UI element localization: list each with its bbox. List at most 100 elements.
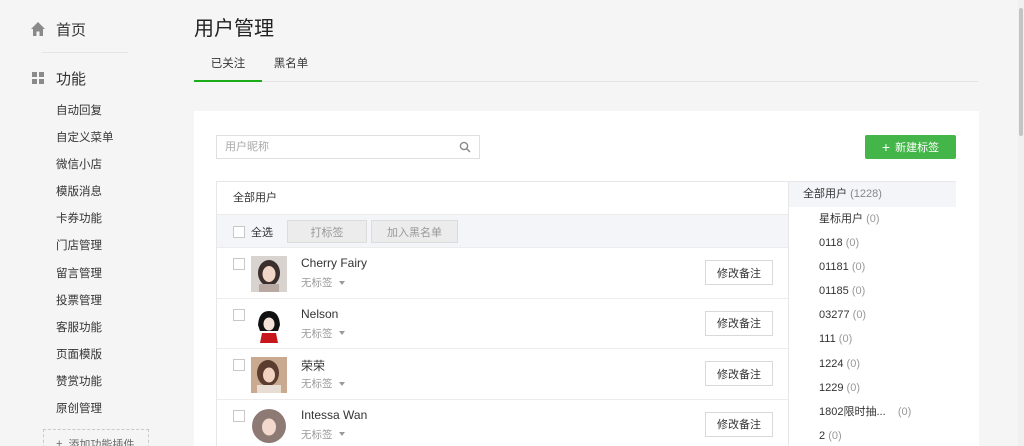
tab-followed[interactable]: 已关注 [194,52,262,82]
tag-item[interactable]: 星标用户 (0) [789,207,956,231]
page-scrollbar[interactable] [1018,0,1024,446]
user-table: 全部用户 全选 打标签 加入黑名单 Cherry Fairy 无标签 修改备注 … [216,181,956,446]
tag-label: 2 [819,429,826,442]
user-list-header: 全部用户 [217,182,788,215]
nav-group-functions[interactable]: 功能 [30,67,86,89]
edit-remark-button[interactable]: 修改备注 [705,361,773,386]
tag-item[interactable]: 2 (0) [789,424,956,446]
sidebar-item[interactable]: 留言管理 [56,263,114,290]
tag-count: (0) [838,333,853,346]
row-checkbox[interactable] [233,258,245,270]
row-checkbox[interactable] [233,409,245,422]
tag-label: 星标用户 [819,213,863,225]
tag-dropdown-label: 无标签 [301,327,333,340]
tag-dropdown[interactable]: 无标签 [301,275,345,290]
tag-item[interactable]: 0118 (0) [789,231,956,255]
row-checkbox[interactable] [233,359,245,371]
tag-button[interactable]: 打标签 [287,220,367,243]
sidebar-item[interactable]: 模版消息 [56,181,114,208]
tag-dropdown-label: 无标签 [301,378,333,390]
tag-label: 01185 [819,285,849,298]
tag-count: (1228) [850,188,882,200]
tag-dropdown-label: 无标签 [301,428,333,441]
bulk-toolbar: 全选 打标签 加入黑名单 [217,215,788,248]
tag-label: 111 [819,333,836,346]
tag-count: (0) [897,405,912,418]
tag-item[interactable]: 01185 (0) [789,279,956,303]
sidebar-item[interactable]: 自定义菜单 [56,127,114,154]
caret-down-icon [338,432,345,436]
add-to-blacklist-button[interactable]: 加入黑名单 [371,220,458,243]
user-nickname: Nelson [301,306,339,321]
tag-count: (0) [851,261,866,274]
sidebar-item[interactable]: 微信小店 [56,154,114,181]
sidebar-item[interactable]: 门店管理 [56,235,114,262]
row-checkbox[interactable] [233,308,245,321]
tag-label: 1224 [819,357,844,370]
tag-item[interactable]: 1224 (0) [789,352,956,376]
tag-count: (0) [852,309,867,322]
add-plugin-label: 添加功能插件 [68,439,135,446]
avatar[interactable] [251,256,287,292]
tag-dropdown[interactable]: 无标签 [301,376,345,391]
caret-down-icon [338,280,345,285]
edit-remark-button[interactable]: 修改备注 [705,411,773,437]
tag-count: (0) [866,213,880,225]
tag-item-all[interactable]: 全部用户 (1228) [789,182,956,207]
tag-panel: 全部用户 (1228) 星标用户 (0) 0118 (0) 01181 (0) … [788,182,956,446]
sidebar-item[interactable]: 自动回复 [56,100,114,127]
user-nickname: Intessa Wan [301,407,368,422]
table-row: Intessa Wan 无标签 修改备注 [217,400,788,446]
tag-label: 1229 [819,381,844,394]
select-all-label[interactable]: 全选 [251,224,273,240]
user-nickname: 荣荣 [301,359,326,373]
tag-item[interactable]: 03277 (0) [789,303,956,327]
tag-dropdown[interactable]: 无标签 [301,427,345,442]
caret-down-icon [338,381,345,386]
search-input[interactable] [225,141,459,153]
scrollbar-thumb[interactable] [1019,8,1023,136]
search-box [216,135,480,159]
caret-down-icon [338,331,345,335]
tag-label: 1802限时抽... [819,405,886,418]
sidebar-item[interactable]: 投票管理 [56,290,114,317]
sidebar-item[interactable]: 页面模版 [56,344,114,371]
table-row: 荣荣 无标签 修改备注 [217,349,788,400]
avatar[interactable] [251,407,287,444]
sidebar-item[interactable]: 客服功能 [56,317,114,344]
sidebar: 首页 功能 自动回复 自定义菜单 微信小店 模版消息 卡券功能 门店管理 留言管… [0,0,150,446]
tag-label: 01181 [819,261,849,274]
avatar[interactable] [251,306,287,343]
sidebar-item[interactable]: 赞赏功能 [56,371,114,398]
search-icon[interactable] [459,141,471,153]
sidebar-item[interactable]: 卡券功能 [56,208,114,235]
home-icon [31,22,45,36]
tag-count: (0) [846,357,860,370]
tab-blacklist[interactable]: 黑名单 [262,52,320,82]
tag-item[interactable]: 111 (0) [789,327,956,351]
tag-label: 0118 [819,237,843,250]
plus-icon: + [881,139,891,155]
tag-label: 全部用户 [803,188,847,200]
new-tag-button[interactable]: + 新建标签 [865,135,956,159]
tag-dropdown[interactable]: 无标签 [301,326,345,341]
tag-count: (0) [851,285,866,298]
edit-remark-button[interactable]: 修改备注 [705,310,773,336]
tag-item[interactable]: 1229 (0) [789,376,956,400]
avatar[interactable] [251,357,287,393]
sidebar-menu: 自动回复 自定义菜单 微信小店 模版消息 卡券功能 门店管理 留言管理 投票管理… [56,100,114,425]
tag-count: (0) [828,429,842,442]
tag-count: (0) [845,237,860,250]
tag-item[interactable]: 01181 (0) [789,255,956,279]
user-list: 全部用户 全选 打标签 加入黑名单 Cherry Fairy 无标签 修改备注 … [217,182,788,446]
tag-count: (0) [846,381,860,394]
nav-home[interactable]: 首页 [30,18,86,40]
tag-item[interactable]: 1802限时抽... (0) [789,400,956,424]
sidebar-item[interactable]: 原创管理 [56,398,114,425]
edit-remark-button[interactable]: 修改备注 [705,260,773,285]
add-plugin-button[interactable]: + 添加功能插件 [43,429,149,446]
page-title: 用户管理 [194,18,274,40]
select-all-checkbox[interactable] [233,226,245,238]
tab-bar: 已关注 黑名单 [194,52,978,82]
user-nickname: Cherry Fairy [301,256,368,270]
